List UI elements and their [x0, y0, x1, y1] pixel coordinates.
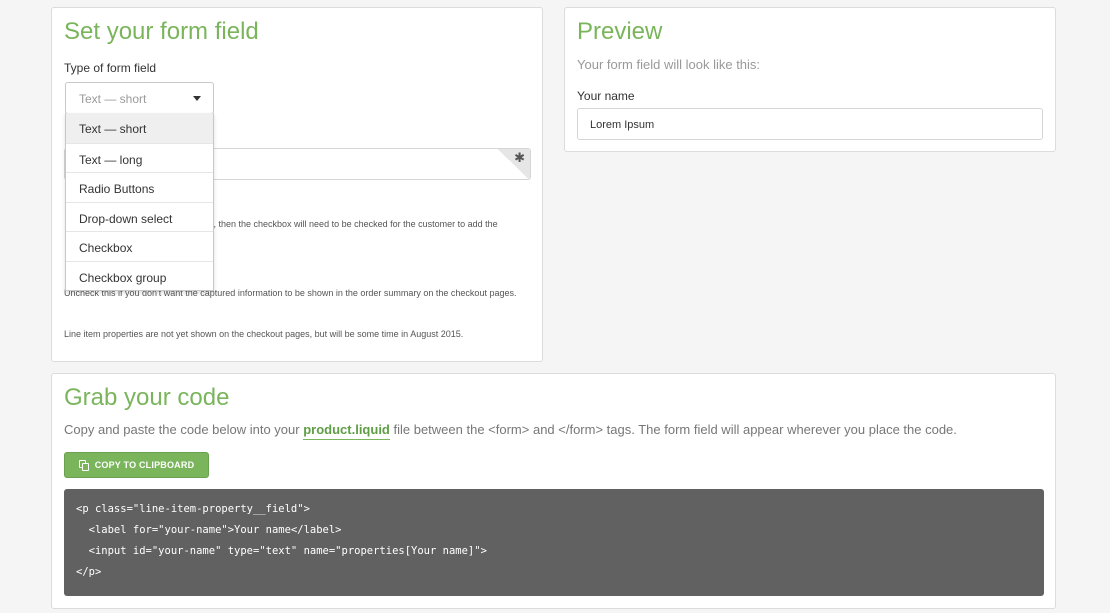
preview-title: Preview [577, 18, 663, 45]
field-type-select[interactable]: Text — short [65, 82, 214, 114]
instructions-after: file between the <form> and </form> tags… [389, 422, 957, 437]
instructions-before: Copy and paste the code below into your [64, 422, 304, 437]
option-radio-buttons[interactable]: Radio Buttons [66, 172, 213, 202]
caret-down-icon [193, 96, 201, 101]
option-checkbox-group[interactable]: Checkbox group [66, 260, 213, 291]
code-instructions: Copy and paste the code below into your … [64, 422, 957, 440]
required-help-text: x, then the checkbox will need to be che… [209, 219, 498, 229]
code-line: <input id="your-name" type="text" name="… [76, 545, 487, 557]
field-type-selected-value: Text — short [79, 92, 147, 106]
copy-icon [78, 459, 90, 471]
option-text-long[interactable]: Text — long [66, 142, 213, 173]
required-marker: ✱ [498, 149, 530, 179]
copy-button-label: COPY TO CLIPBOARD [94, 460, 195, 470]
preview-field-label: Your name [577, 89, 635, 103]
option-checkbox[interactable]: Checkbox [66, 231, 213, 261]
line-item-note-text: Line item properties are not yet shown o… [64, 329, 464, 339]
code-line: <p class="line-item-property__field"> [76, 503, 310, 515]
preview-subtitle: Your form field will look like this: [577, 57, 761, 72]
option-drop-down-select[interactable]: Drop-down select [66, 201, 213, 232]
code-line: <label for="your-name">Your name</label> [76, 524, 342, 536]
option-text-short[interactable]: Text — short [66, 113, 213, 143]
product-liquid-link[interactable]: product.liquid [303, 422, 390, 440]
type-of-form-field-label: Type of form field [64, 61, 157, 75]
code-line: </p> [76, 566, 102, 578]
field-type-dropdown: Text — short Text — long Radio Buttons D… [65, 113, 214, 291]
set-form-field-card: Set your form field Type of form field ✱… [51, 7, 543, 362]
preview-field-input[interactable]: Lorem Ipsum [577, 108, 1043, 140]
asterisk-icon: ✱ [514, 150, 525, 165]
copy-to-clipboard-button[interactable]: COPY TO CLIPBOARD [64, 452, 209, 478]
code-block[interactable]: <p class="line-item-property__field"> <l… [64, 489, 1044, 596]
set-form-field-title: Set your form field [64, 18, 259, 45]
preview-card: Preview Your form field will look like t… [564, 7, 1056, 152]
grab-code-card: Grab your code Copy and paste the code b… [51, 373, 1056, 609]
grab-code-title: Grab your code [64, 384, 230, 411]
